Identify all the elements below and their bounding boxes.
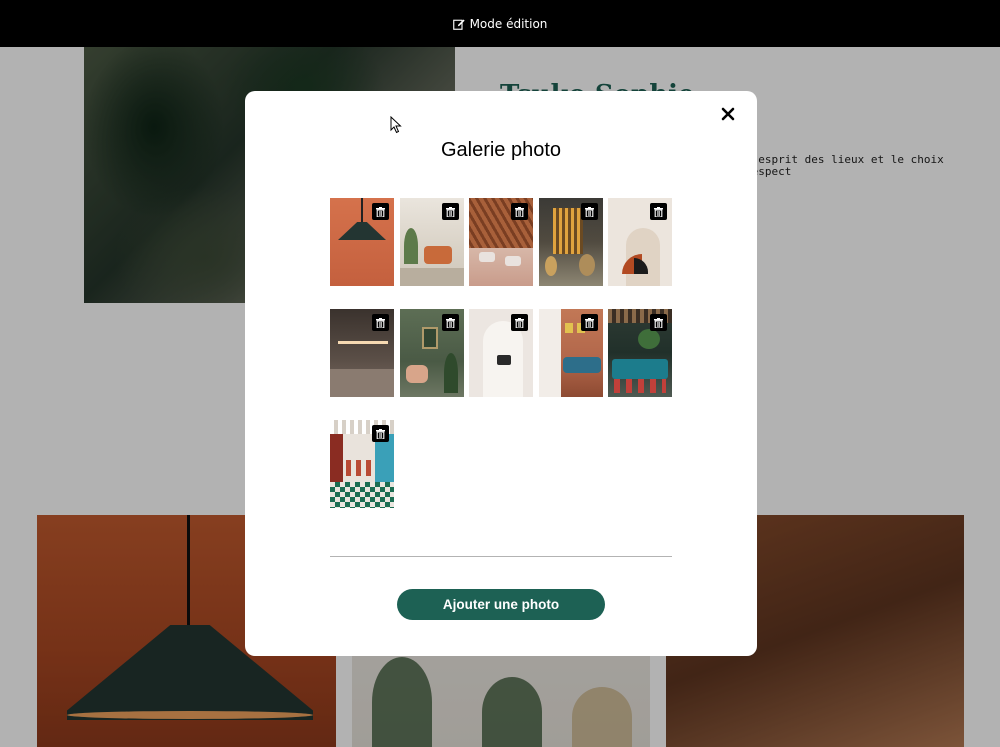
delete-photo-button[interactable]: [441, 314, 459, 331]
delete-photo-button[interactable]: [441, 203, 459, 220]
modal-title: Galerie photo: [440, 139, 562, 161]
edit-mode-label: Mode édition: [469, 16, 548, 31]
trash-icon: [515, 317, 524, 328]
gallery-photo[interactable]: [608, 198, 672, 286]
close-icon: [721, 107, 735, 121]
gallery-photo[interactable]: [469, 309, 533, 397]
gallery-photo[interactable]: [608, 309, 672, 397]
trash-icon: [654, 206, 663, 217]
photo-grid: [330, 198, 673, 508]
delete-photo-button[interactable]: [580, 203, 598, 220]
gallery-photo[interactable]: [330, 420, 394, 508]
modal-divider: [330, 556, 672, 557]
gallery-photo[interactable]: [469, 198, 533, 286]
edit-icon: [452, 19, 465, 30]
delete-photo-button[interactable]: [372, 203, 389, 220]
mouse-cursor-icon: [390, 116, 402, 134]
trash-icon: [515, 206, 524, 217]
trash-icon: [376, 206, 385, 217]
edit-mode-bar: Mode édition: [0, 0, 1000, 47]
add-photo-button[interactable]: Ajouter une photo: [397, 589, 605, 620]
gallery-photo[interactable]: [330, 309, 394, 397]
trash-icon: [445, 317, 455, 328]
trash-icon: [376, 317, 385, 328]
trash-icon: [584, 206, 594, 217]
gallery-photo[interactable]: [538, 309, 603, 397]
gallery-photo[interactable]: [330, 198, 394, 286]
trash-icon: [654, 317, 663, 328]
trash-icon: [376, 428, 385, 439]
delete-photo-button[interactable]: [650, 314, 667, 331]
delete-photo-button[interactable]: [511, 203, 528, 220]
delete-photo-button[interactable]: [650, 203, 667, 220]
close-button[interactable]: [717, 103, 739, 125]
delete-photo-button[interactable]: [372, 314, 389, 331]
delete-photo-button[interactable]: [511, 314, 528, 331]
delete-photo-button[interactable]: [372, 425, 389, 442]
delete-photo-button[interactable]: [580, 314, 598, 331]
trash-icon: [445, 206, 455, 217]
gallery-photo[interactable]: [538, 198, 603, 286]
trash-icon: [584, 317, 594, 328]
gallery-modal: Galerie photo Ajouter une photo: [245, 91, 757, 656]
gallery-photo[interactable]: [399, 198, 464, 286]
gallery-photo[interactable]: [399, 309, 464, 397]
